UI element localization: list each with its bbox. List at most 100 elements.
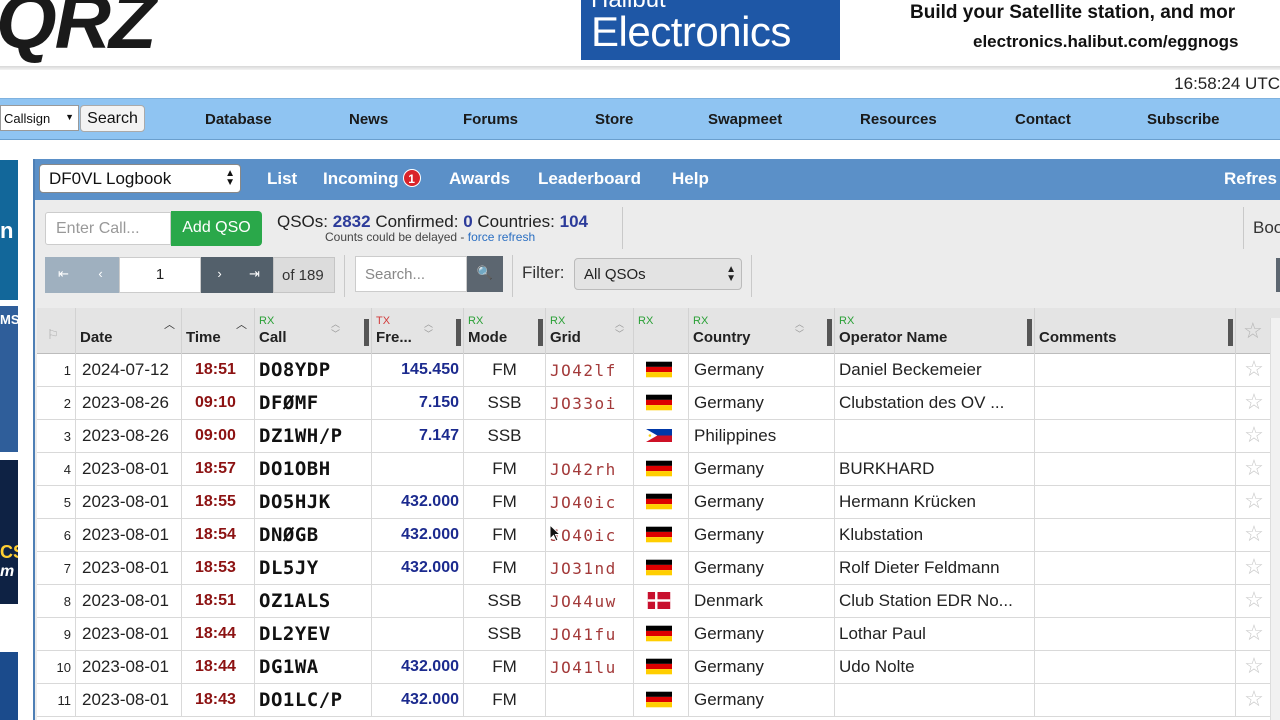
- side-ad-3[interactable]: CS m: [0, 460, 18, 604]
- col-header-time[interactable]: Time ︿: [182, 308, 255, 354]
- qso-callsign[interactable]: DFØMF: [255, 387, 372, 420]
- tab-leaderboard[interactable]: Leaderboard: [538, 169, 641, 189]
- table-row[interactable]: 1 2024-07-12 18:51 DO8YDP 145.450 FM JO42lf Ger…: [37, 354, 1280, 387]
- nav-item-swapmeet[interactable]: Swapmeet: [708, 111, 782, 128]
- filter-select[interactable]: All QSOs ▲ ▼: [574, 258, 742, 290]
- toolbar-separator: [751, 255, 752, 297]
- nav-item-resources[interactable]: Resources: [860, 111, 937, 128]
- col-header-date[interactable]: Date ︿: [76, 308, 182, 354]
- sort-icon[interactable]: ︿ ﹀: [795, 319, 804, 339]
- qso-callsign[interactable]: DZ1WH/P: [255, 420, 372, 453]
- qso-callsign[interactable]: DO1LC/P: [255, 684, 372, 717]
- favorite-star[interactable]: ☆: [1236, 420, 1272, 453]
- nav-item-contact[interactable]: Contact: [1015, 111, 1071, 128]
- col-header-country[interactable]: RX Country ︿ ﹀: [689, 308, 835, 354]
- qsos-count: 2832: [332, 212, 371, 231]
- column-resize-handle[interactable]: [1027, 319, 1032, 346]
- site-logo[interactable]: QRZ: [0, 0, 157, 67]
- table-row[interactable]: 5 2023-08-01 18:55 DO5HJK 432.000 FM JO40ic Ger…: [37, 486, 1280, 519]
- favorite-star[interactable]: ☆: [1236, 453, 1272, 486]
- tab-awards[interactable]: Awards: [449, 169, 510, 189]
- qso-callsign[interactable]: DL5JY: [255, 552, 372, 585]
- sort-icon[interactable]: ︿ ﹀: [424, 319, 433, 339]
- ad-banner-logo[interactable]: Halibut Electronics: [581, 0, 840, 60]
- col-header-comments[interactable]: Comments: [1035, 308, 1236, 354]
- favorite-star[interactable]: ☆: [1236, 585, 1272, 618]
- search-icon[interactable]: 🔍: [467, 256, 503, 292]
- table-row[interactable]: 3 2023-08-26 09:00 DZ1WH/P 7.147 SSB Philippin…: [37, 420, 1280, 453]
- nav-item-database[interactable]: Database: [205, 111, 272, 128]
- nav-item-news[interactable]: News: [349, 111, 388, 128]
- sort-icon[interactable]: ︿ ﹀: [615, 319, 624, 339]
- qso-callsign[interactable]: DL2YEV: [255, 618, 372, 651]
- table-row[interactable]: 2 2023-08-26 09:10 DFØMF 7.150 SSB JO33oi Germa…: [37, 387, 1280, 420]
- logbook-select[interactable]: DF0VL Logbook ▲ ▼: [39, 164, 241, 193]
- callsign-type-select[interactable]: Callsign ▼: [0, 105, 79, 131]
- qso-callsign[interactable]: DG1WA: [255, 651, 372, 684]
- nav-search-button[interactable]: Search: [80, 105, 145, 132]
- favorite-star[interactable]: ☆: [1236, 552, 1272, 585]
- col-header-grid[interactable]: RX Grid ︿ ﹀: [546, 308, 634, 354]
- sort-asc-icon[interactable]: ︿: [236, 320, 247, 331]
- sort-asc-icon[interactable]: ︿: [164, 320, 175, 331]
- favorite-star[interactable]: ☆: [1236, 486, 1272, 519]
- col-header-mode[interactable]: RX Mode: [464, 308, 546, 354]
- book-link-partial[interactable]: Boo: [1253, 218, 1280, 238]
- qso-callsign[interactable]: DO1OBH: [255, 453, 372, 486]
- qso-callsign[interactable]: DO8YDP: [255, 354, 372, 387]
- table-row[interactable]: 9 2023-08-01 18:44 DL2YEV SSB JO41fu Germany Lo…: [37, 618, 1280, 651]
- col-header-flag[interactable]: ⚐: [37, 308, 76, 354]
- table-row[interactable]: 7 2023-08-01 18:53 DL5JY 432.000 FM JO31nd Germ…: [37, 552, 1280, 585]
- side-ad-4[interactable]: [0, 652, 18, 720]
- table-row[interactable]: 11 2023-08-01 18:43 DO1LC/P 432.000 FM Germany…: [37, 684, 1280, 717]
- col-header-star[interactable]: ☆: [1236, 308, 1272, 354]
- favorite-star[interactable]: ☆: [1236, 651, 1272, 684]
- enter-call-input[interactable]: Enter Call...: [45, 212, 171, 245]
- column-resize-handle[interactable]: [538, 319, 543, 346]
- ad-tagline[interactable]: Build your Satellite station, and mor: [910, 2, 1235, 24]
- ad-url[interactable]: electronics.halibut.com/eggnogs: [973, 32, 1238, 52]
- col-header-call[interactable]: RX Call ︿ ﹀: [255, 308, 372, 354]
- favorite-star[interactable]: ☆: [1236, 519, 1272, 552]
- log-search-input[interactable]: Search...: [355, 256, 467, 292]
- favorite-star[interactable]: ☆: [1236, 354, 1272, 387]
- favorite-star[interactable]: ☆: [1236, 387, 1272, 420]
- first-page-button[interactable]: ⇤: [45, 257, 82, 293]
- nav-item-forums[interactable]: Forums: [463, 111, 518, 128]
- qso-callsign[interactable]: OZ1ALS: [255, 585, 372, 618]
- tab-incoming[interactable]: Incoming 1: [323, 169, 421, 189]
- force-refresh-link[interactable]: force refresh: [468, 230, 535, 244]
- nav-item-subscribe[interactable]: Subscribe: [1147, 111, 1220, 128]
- table-row[interactable]: 10 2023-08-01 18:44 DG1WA 432.000 FM JO41lu Ger…: [37, 651, 1280, 684]
- column-resize-handle[interactable]: [364, 319, 369, 346]
- add-qso-button[interactable]: Add QSO: [171, 211, 262, 246]
- table-row[interactable]: 4 2023-08-01 18:57 DO1OBH FM JO42rh Germany BUR…: [37, 453, 1280, 486]
- side-ad-1[interactable]: n: [0, 160, 18, 300]
- refresh-link[interactable]: Refres: [1224, 169, 1277, 189]
- sort-icon[interactable]: ︿ ﹀: [331, 319, 340, 339]
- next-page-button[interactable]: ›: [201, 257, 238, 293]
- col-header-operator[interactable]: RX Operator Name: [835, 308, 1035, 354]
- logbook-select-value: DF0VL Logbook: [49, 169, 172, 188]
- page-number-input[interactable]: 1: [119, 257, 201, 293]
- qso-callsign[interactable]: DO5HJK: [255, 486, 372, 519]
- partial-button[interactable]: [1276, 258, 1280, 292]
- table-row[interactable]: 8 2023-08-01 18:51 OZ1ALS SSB JO44uw Denmark Cl…: [37, 585, 1280, 618]
- page-scrollbar[interactable]: [1270, 318, 1280, 720]
- qso-callsign[interactable]: DNØGB: [255, 519, 372, 552]
- table-row[interactable]: 6 2023-08-01 18:54 DNØGB 432.000 FM JO40ic Germ…: [37, 519, 1280, 552]
- prev-page-button[interactable]: ‹: [82, 257, 119, 293]
- column-resize-handle[interactable]: [827, 319, 832, 346]
- favorite-star[interactable]: ☆: [1236, 618, 1272, 651]
- tab-list[interactable]: List: [267, 169, 297, 189]
- col-header-freq[interactable]: TX Fre... ︿ ﹀: [372, 308, 464, 354]
- column-resize-handle[interactable]: [1228, 319, 1233, 346]
- side-ad-2[interactable]: MS: [0, 306, 18, 452]
- tab-help[interactable]: Help: [672, 169, 709, 189]
- last-page-button[interactable]: ⇥: [236, 257, 273, 293]
- nav-item-store[interactable]: Store: [595, 111, 633, 128]
- col-header-country-flag[interactable]: RX: [634, 308, 689, 354]
- column-resize-handle[interactable]: [456, 319, 461, 346]
- favorite-star[interactable]: ☆: [1236, 684, 1272, 717]
- mouse-cursor: [549, 524, 562, 542]
